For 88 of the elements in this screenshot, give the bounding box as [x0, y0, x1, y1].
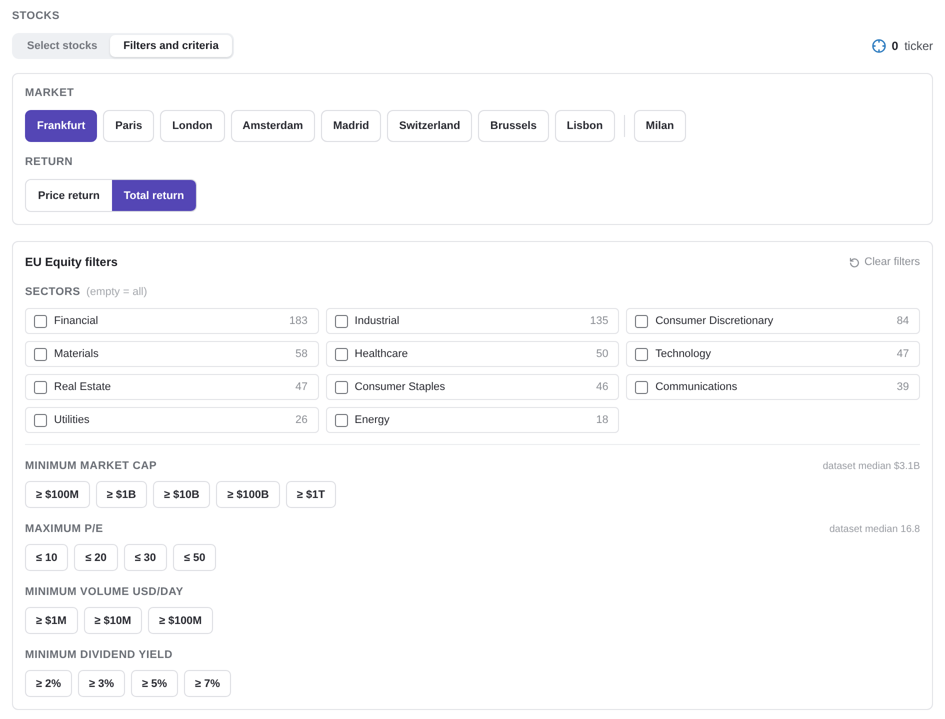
- sector-name: Communications: [655, 381, 738, 393]
- section-label: RETURN: [25, 155, 74, 169]
- sector-option[interactable]: Materials 58: [25, 341, 319, 367]
- filter-option-button[interactable]: ≥ $1B: [96, 481, 148, 508]
- filter-option-button[interactable]: ≤ 10: [25, 544, 68, 571]
- filter-option-button[interactable]: ≤ 20: [74, 544, 118, 571]
- filter-option-button[interactable]: ≥ $1M: [25, 607, 78, 634]
- crosshair-icon: [872, 39, 886, 53]
- sector-name: Real Estate: [54, 381, 112, 393]
- market-option-button[interactable]: Amsterdam: [230, 110, 316, 142]
- sector-count: 26: [295, 414, 308, 426]
- section-label: MARKET: [25, 86, 76, 100]
- return-option[interactable]: Total return: [112, 180, 196, 211]
- market-option-button[interactable]: Brussels: [478, 110, 549, 142]
- section-hint: (empty = all): [86, 286, 148, 298]
- sector-name: Consumer Staples: [354, 381, 446, 393]
- ticker-count: 0: [892, 39, 898, 53]
- filter-option-button[interactable]: ≥ $10M: [84, 607, 142, 634]
- section-label: MINIMUM MARKET CAP: [25, 459, 157, 473]
- section-title: STOCKS: [12, 9, 61, 23]
- checkbox[interactable]: [635, 348, 648, 360]
- market-option-button[interactable]: Lisbon: [554, 110, 615, 142]
- checkbox[interactable]: [34, 348, 47, 360]
- filter-option-button[interactable]: ≤ 30: [124, 544, 168, 571]
- filter-option-button[interactable]: ≥ $100M: [25, 481, 90, 508]
- circular-arrow-icon: [849, 256, 860, 268]
- sector-option[interactable]: Consumer Staples 46: [326, 374, 620, 400]
- sector-count: 47: [295, 381, 308, 393]
- sector-name: Healthcare: [354, 348, 409, 360]
- sector-count: 39: [896, 381, 909, 393]
- section-label: MINIMUM DIVIDEND YIELD: [25, 648, 173, 662]
- market-option-button[interactable]: Paris: [103, 110, 154, 142]
- filter-option-button[interactable]: ≤ 50: [173, 544, 216, 571]
- sector-option[interactable]: Real Estate 47: [25, 374, 319, 400]
- sector-option[interactable]: Industrial 135: [326, 308, 620, 334]
- sector-name: Technology: [655, 348, 712, 360]
- market-option-button[interactable]: Frankfurt: [25, 110, 98, 142]
- market-option-button[interactable]: Madrid: [321, 110, 382, 142]
- sector-count: 84: [896, 315, 909, 327]
- sector-option[interactable]: Healthcare 50: [326, 341, 620, 367]
- ticker-label: ticker: [904, 39, 933, 53]
- section-label: MAXIMUM P/E: [25, 522, 104, 536]
- market-option-button[interactable]: Milan: [634, 110, 686, 142]
- sector-count: 135: [590, 315, 608, 327]
- filter-option-button[interactable]: ≥ $100B: [216, 481, 280, 508]
- checkbox[interactable]: [635, 314, 648, 328]
- sector-name: Financial: [54, 315, 100, 327]
- sector-count: 46: [596, 381, 608, 393]
- sector-option[interactable]: Financial 183: [25, 308, 319, 334]
- panel-title: EU Equity filters: [25, 255, 118, 269]
- sector-name: Consumer Discretionary: [655, 315, 774, 327]
- sector-option[interactable]: Communications 39: [626, 374, 920, 400]
- sector-option[interactable]: Technology 47: [626, 341, 920, 367]
- market-option-button[interactable]: Switzerland: [387, 110, 472, 142]
- sector-option[interactable]: Energy 18: [326, 407, 620, 433]
- filter-option-button[interactable]: ≥ 2%: [25, 670, 72, 697]
- sector-count: 58: [295, 348, 308, 360]
- section-label: MINIMUM VOLUME USD/DAY: [25, 585, 184, 599]
- tab[interactable]: Filters and criteria: [110, 35, 232, 57]
- checkbox[interactable]: [334, 380, 348, 394]
- filter-option-button[interactable]: ≥ 7%: [184, 670, 231, 697]
- sector-name: Energy: [354, 414, 391, 426]
- sector-count: 183: [289, 315, 308, 327]
- market-option-button[interactable]: London: [160, 110, 225, 142]
- sector-name: Materials: [54, 348, 100, 360]
- median-note: dataset median $3.1B: [822, 460, 920, 472]
- checkbox[interactable]: [34, 314, 47, 328]
- filter-option-button[interactable]: ≥ 3%: [78, 670, 125, 697]
- filter-option-button[interactable]: ≥ 5%: [131, 670, 178, 697]
- checkbox[interactable]: [334, 314, 348, 328]
- section-label: SECTORS: [25, 285, 80, 299]
- checkbox[interactable]: [334, 414, 348, 426]
- checkbox[interactable]: [34, 380, 47, 394]
- checkbox[interactable]: [635, 380, 648, 394]
- sector-option[interactable]: Utilities 26: [25, 407, 319, 433]
- sector-count: 47: [896, 348, 909, 360]
- median-note: dataset median 16.8: [829, 524, 920, 534]
- checkbox[interactable]: [34, 414, 47, 426]
- sector-count: 50: [596, 348, 608, 360]
- tab[interactable]: Select stocks: [14, 35, 110, 57]
- sector-option[interactable]: Consumer Discretionary 84: [626, 308, 920, 334]
- filter-option-button[interactable]: ≥ $10B: [153, 481, 210, 508]
- checkbox[interactable]: [334, 348, 348, 360]
- filter-option-button[interactable]: ≥ $1T: [286, 481, 336, 508]
- filter-option-button[interactable]: ≥ $100M: [148, 607, 213, 634]
- sector-count: 18: [596, 414, 608, 426]
- sector-name: Utilities: [54, 414, 90, 426]
- sector-name: Industrial: [354, 315, 400, 327]
